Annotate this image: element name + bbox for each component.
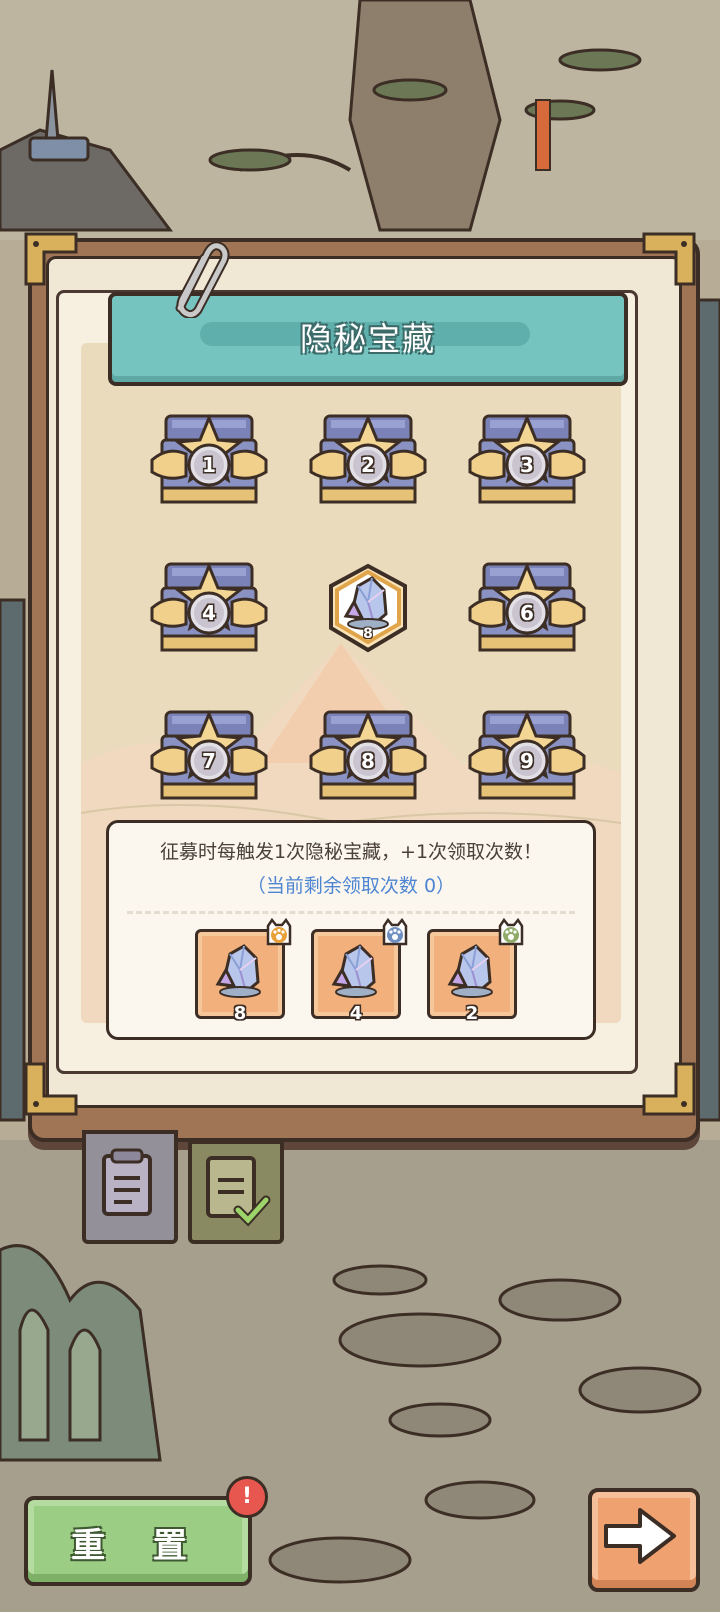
crystal-icon (331, 944, 377, 998)
reward-slot[interactable]: 8 (195, 918, 292, 1024)
chest-7[interactable]: 7 (148, 706, 270, 808)
chest-number: 2 (361, 453, 375, 477)
crystal-icon (447, 944, 493, 998)
corner-bracket-top-left (24, 232, 78, 286)
revealed-quantity: 8 (363, 626, 373, 642)
chest-1[interactable]: 1 (148, 410, 270, 512)
crystal-icon (343, 576, 389, 630)
rule-text: 征募时每触发1次隐秘宝藏，+1次领取次数！ (159, 841, 543, 863)
reward-quantity: 8 (233, 1003, 247, 1024)
chest-number: 6 (520, 601, 534, 625)
remaining-count-text: （当前剩余领取次数 0） (246, 875, 456, 897)
divider (127, 911, 575, 914)
chest-number: 3 (520, 453, 534, 477)
chest-number: 7 (202, 749, 216, 773)
reward-quantity: 2 (465, 1003, 479, 1024)
alert-badge: ! (226, 1476, 268, 1518)
chest-number: 4 (202, 601, 216, 625)
document-check-icon (206, 1156, 271, 1227)
paw-badge-icon (382, 918, 408, 946)
crystal-icon (215, 944, 261, 998)
corner-bracket-bottom-right (642, 1062, 696, 1116)
panel-title: 隐秘宝藏 (299, 320, 436, 358)
chest-number: 9 (520, 749, 534, 773)
chest-number: 1 (202, 453, 216, 477)
chest-number: 8 (361, 749, 375, 773)
chest-6[interactable]: 6 (466, 558, 588, 660)
paw-badge-icon (498, 918, 524, 946)
chest-8[interactable]: 8 (307, 706, 429, 808)
chest-4[interactable]: 4 (148, 558, 270, 660)
chest-2[interactable]: 2 (307, 410, 429, 512)
next-button[interactable] (588, 1488, 700, 1592)
corner-bracket-top-right (642, 232, 696, 286)
chest-3[interactable]: 3 (466, 410, 588, 512)
reward-quantity: 4 (349, 1003, 363, 1024)
chest-revealed[interactable]: 8 (323, 562, 413, 654)
reward-slot[interactable]: 4 (311, 918, 408, 1024)
document-icon (102, 1148, 152, 1216)
paperclip-icon (175, 241, 230, 318)
arrow-right-icon (604, 1508, 676, 1564)
tab-document[interactable] (82, 1130, 178, 1244)
reset-button-label: 重 置 (71, 1526, 205, 1566)
reset-button[interactable]: 重 置 (24, 1496, 252, 1586)
reward-slot[interactable]: 2 (427, 918, 524, 1024)
paw-badge-icon (266, 918, 292, 946)
info-panel: 征募时每触发1次隐秘宝藏，+1次领取次数！ （当前剩余领取次数 0） 8 4 2 (106, 820, 596, 1040)
tab-document-check[interactable] (188, 1140, 284, 1244)
chest-9[interactable]: 9 (466, 706, 588, 808)
